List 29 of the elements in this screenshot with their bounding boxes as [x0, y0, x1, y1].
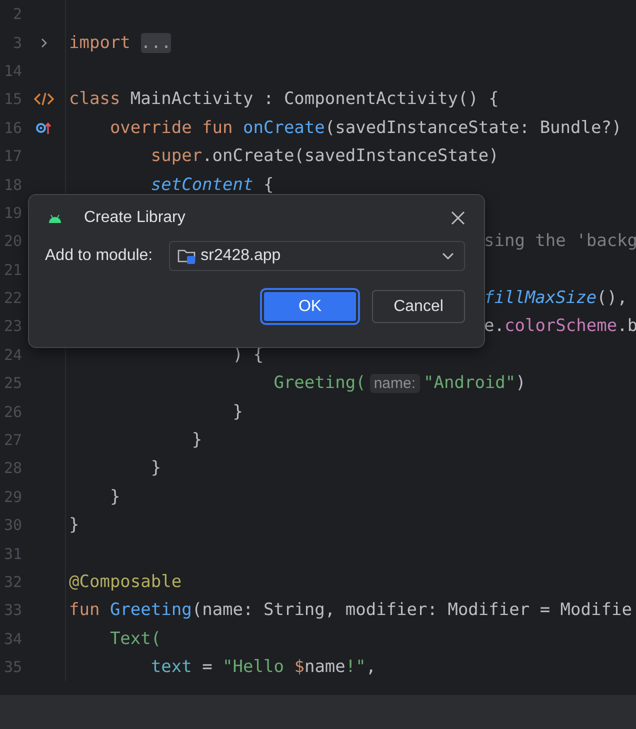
code-line: super.onCreate(savedInstanceState) [150, 146, 499, 166]
code-line: class MainActivity : ComponentActivity() { [69, 89, 499, 110]
code-line: setContent { [150, 174, 274, 195]
code-line: import ... [69, 32, 172, 53]
ok-button[interactable]: OK [262, 290, 358, 323]
code-line: } [232, 402, 243, 422]
code-line: } [108, 486, 120, 507]
code-line: fun Greeting(name: String, modifier: Modifier = Modifie [69, 600, 632, 620]
code-line: override fun onCreate(savedInstanceState: Bundle?) [108, 118, 622, 138]
override-icon[interactable] [36, 120, 52, 135]
cancel-button[interactable]: Cancel [372, 290, 465, 323]
code-line: Text( [108, 628, 162, 649]
code-line: text = "Hello $name!", [150, 657, 376, 678]
code-line: } [190, 430, 202, 450]
chevron-icon[interactable] [40, 36, 48, 49]
code-line: sing the 'backg [484, 231, 636, 252]
module-dropdown[interactable]: sr2428.app [168, 241, 465, 271]
code-line: fillMaxSize(), [484, 288, 628, 308]
module-folder-icon [176, 247, 197, 265]
code-line: } [69, 515, 80, 536]
code-line: Greeting( name: "Android") [272, 373, 526, 394]
code-tag-icon[interactable] [34, 92, 54, 106]
android-icon [48, 214, 62, 222]
code-line: } [150, 458, 162, 478]
close-icon[interactable] [451, 211, 465, 225]
dialog-title: Create Library [84, 209, 186, 227]
field-label: Add to module: [45, 247, 153, 265]
chevron-down-icon [442, 252, 454, 260]
code-line: @Composable [69, 572, 182, 592]
